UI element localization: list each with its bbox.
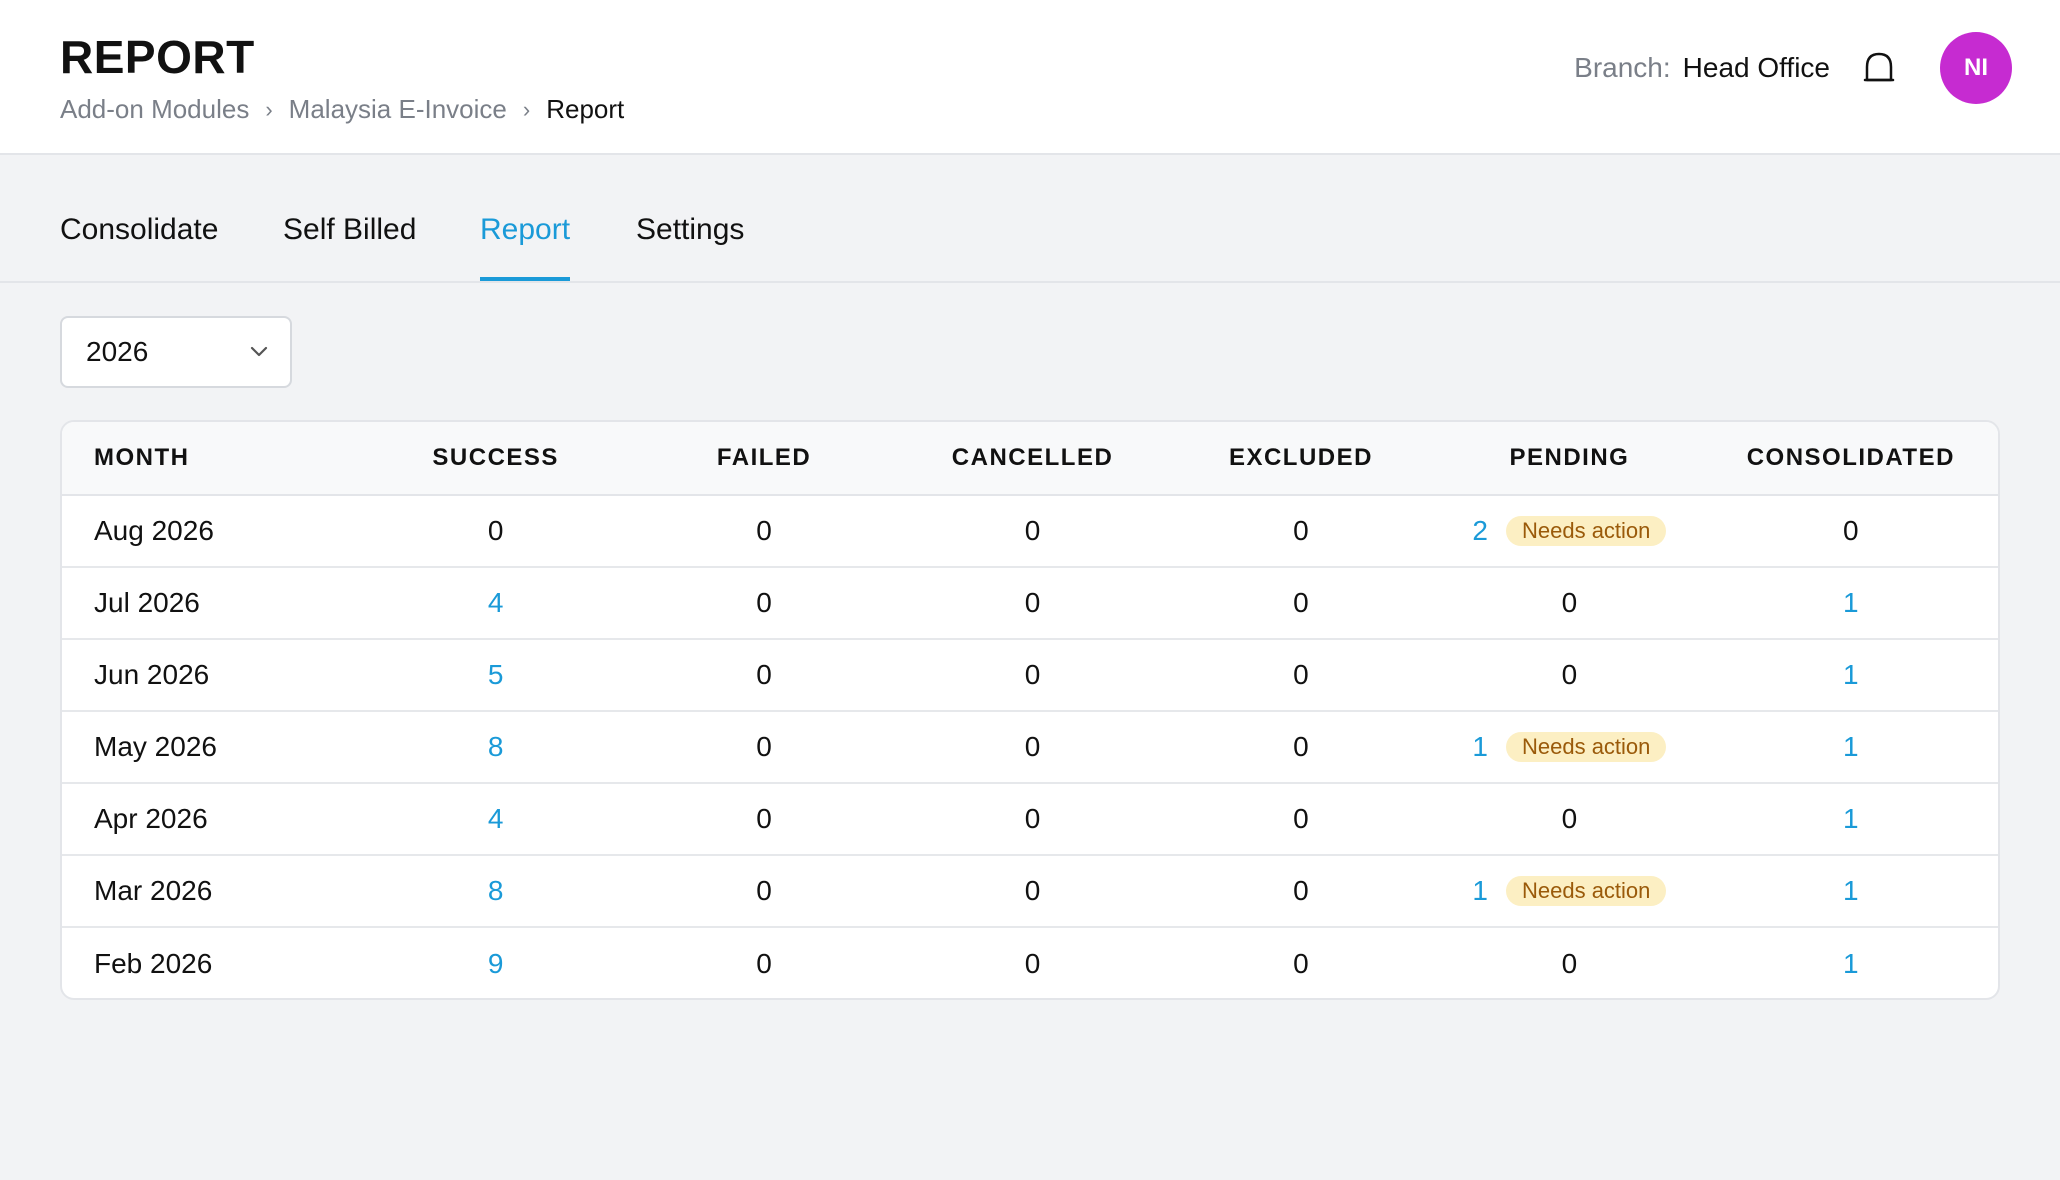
excluded-cell: 0 xyxy=(1293,587,1309,618)
table-row: Jun 2026 5 0 0 0 0 1 xyxy=(62,640,1998,712)
pending-count-link[interactable]: 2 xyxy=(1472,515,1488,547)
table-row: Apr 2026 4 0 0 0 0 1 xyxy=(62,784,1998,856)
column-header-success: SUCCESS xyxy=(432,444,559,471)
column-header-consolidated: CONSOLIDATED xyxy=(1746,444,1955,471)
pending-cell: 0 xyxy=(1561,587,1578,618)
success-cell: 0 xyxy=(487,515,504,546)
avatar[interactable]: NI xyxy=(1940,32,2012,104)
failed-cell: 0 xyxy=(756,515,772,546)
success-count-link[interactable]: 4 xyxy=(361,587,629,619)
failed-cell: 0 xyxy=(756,659,772,690)
success-count-link[interactable]: 8 xyxy=(361,731,629,763)
tab-bar: Consolidate Self Billed Report Settings xyxy=(0,155,2060,283)
chevron-down-icon xyxy=(250,346,268,357)
failed-cell: 0 xyxy=(756,803,772,834)
pending-cell: 2 Needs action xyxy=(1435,515,1703,547)
table-row: Feb 2026 9 0 0 0 0 1 xyxy=(62,928,1998,998)
month-cell: Apr 2026 xyxy=(94,803,208,834)
excluded-cell: 0 xyxy=(1293,515,1309,546)
cancelled-cell: 0 xyxy=(1024,803,1041,834)
column-header-failed: FAILED xyxy=(716,444,812,471)
column-header-cancelled: CANCELLED xyxy=(951,444,1114,471)
needs-action-badge: Needs action xyxy=(1505,732,1667,762)
year-select-value: 2026 xyxy=(86,336,149,367)
consolidated-count-link[interactable]: 1 xyxy=(1704,948,1998,980)
table-row: Aug 2026 0 0 0 0 2 Needs action 0 xyxy=(62,496,1998,568)
cancelled-cell: 0 xyxy=(1024,515,1041,546)
breadcrumb: Add-on Modules › Malaysia E-Invoice › Re… xyxy=(60,94,624,125)
consolidated-count-link[interactable]: 1 xyxy=(1704,803,1998,835)
pending-cell: 0 xyxy=(1561,659,1578,690)
consolidated-count-link[interactable]: 1 xyxy=(1704,731,1998,763)
pending-count-link[interactable]: 1 xyxy=(1472,731,1488,763)
excluded-cell: 0 xyxy=(1293,731,1309,762)
tab-self-billed[interactable]: Self Billed xyxy=(283,213,416,277)
pending-cell: 1 Needs action xyxy=(1435,731,1703,763)
tab-consolidate[interactable]: Consolidate xyxy=(60,213,218,277)
month-cell: Jul 2026 xyxy=(94,587,200,618)
month-cell: Jun 2026 xyxy=(94,659,210,690)
success-count-link[interactable]: 8 xyxy=(361,875,629,907)
column-header-month: MONTH xyxy=(94,444,190,471)
excluded-cell: 0 xyxy=(1293,948,1309,979)
cancelled-cell: 0 xyxy=(1024,659,1041,690)
app-header: REPORT Add-on Modules › Malaysia E-Invoi… xyxy=(0,0,2060,155)
success-count-link[interactable]: 4 xyxy=(361,803,629,835)
month-cell: Feb 2026 xyxy=(94,948,213,979)
page-title: REPORT xyxy=(60,31,255,83)
breadcrumb-addon-modules[interactable]: Add-on Modules xyxy=(60,94,249,125)
cancelled-cell: 0 xyxy=(1024,948,1041,979)
cancelled-cell: 0 xyxy=(1024,731,1041,762)
month-cell: Aug 2026 xyxy=(94,515,214,546)
excluded-cell: 0 xyxy=(1293,803,1309,834)
success-count-link[interactable]: 5 xyxy=(361,659,629,691)
consolidated-count-link[interactable]: 1 xyxy=(1704,659,1998,691)
report-table: MONTH SUCCESS FAILED CANCELLED EXCLUDED … xyxy=(60,420,2000,1000)
year-select[interactable]: 2026 xyxy=(60,316,292,388)
consolidated-cell: 0 xyxy=(1843,515,1859,546)
bell-icon[interactable] xyxy=(1862,50,1896,86)
table-row: Mar 2026 8 0 0 0 1 Needs action 1 xyxy=(62,856,1998,928)
cancelled-cell: 0 xyxy=(1024,587,1041,618)
branch-selector: Branch: Head Office xyxy=(1574,52,1830,84)
pending-count-link[interactable]: 1 xyxy=(1472,875,1488,907)
month-cell: Mar 2026 xyxy=(94,875,213,906)
breadcrumb-report: Report xyxy=(546,94,625,124)
column-header-pending: PENDING xyxy=(1509,444,1630,471)
month-cell: May 2026 xyxy=(94,731,217,762)
tab-report[interactable]: Report xyxy=(480,213,571,281)
chevron-right-icon: › xyxy=(522,96,531,122)
pending-cell: 0 xyxy=(1561,948,1578,979)
cancelled-cell: 0 xyxy=(1024,875,1041,906)
success-count-link[interactable]: 9 xyxy=(361,948,629,980)
needs-action-badge: Needs action xyxy=(1505,516,1667,546)
consolidated-count-link[interactable]: 1 xyxy=(1704,875,1998,907)
failed-cell: 0 xyxy=(756,587,772,618)
excluded-cell: 0 xyxy=(1293,659,1309,690)
needs-action-badge: Needs action xyxy=(1505,876,1667,906)
pending-cell: 1 Needs action xyxy=(1435,875,1703,907)
failed-cell: 0 xyxy=(756,875,772,906)
tab-settings[interactable]: Settings xyxy=(636,213,744,277)
failed-cell: 0 xyxy=(756,731,772,762)
chevron-right-icon: › xyxy=(265,96,273,122)
column-header-excluded: EXCLUDED xyxy=(1228,444,1373,471)
pending-cell: 0 xyxy=(1561,803,1578,834)
branch-label: Branch: xyxy=(1574,52,1671,83)
table-row: Jul 2026 4 0 0 0 0 1 xyxy=(62,568,1998,640)
failed-cell: 0 xyxy=(756,948,772,979)
table-header: MONTH SUCCESS FAILED CANCELLED EXCLUDED … xyxy=(62,422,1998,496)
breadcrumb-malaysia-e-invoice[interactable]: Malaysia E-Invoice xyxy=(289,94,507,125)
table-row: May 2026 8 0 0 0 1 Needs action 1 xyxy=(62,712,1998,784)
excluded-cell: 0 xyxy=(1293,875,1309,906)
branch-value[interactable]: Head Office xyxy=(1683,52,1830,84)
consolidated-count-link[interactable]: 1 xyxy=(1704,587,1998,619)
